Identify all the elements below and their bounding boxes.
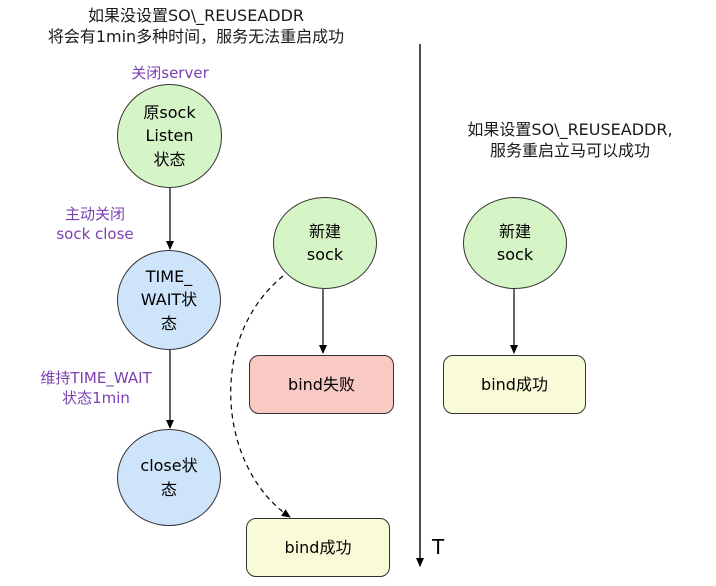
node-new-sock-right-line-2: sock [496,245,534,264]
node-bind-success-right-label: bind成功 [481,374,548,394]
right-note: 如果设置SO\_REUSEADDR, 服务重启立马可以成功 [432,120,708,162]
node-new-sock-left: 新建 sock [273,197,377,289]
node-orig-sock-line-3: 状态 [153,149,186,169]
label-keep-time-wait: 维持TIME_WAIT 状态1min [16,369,176,408]
node-bind-success-bottom: bind成功 [246,518,390,577]
left-note-line-1: 如果没设置SO\_REUSEADDR [87,6,305,25]
node-time-wait: TIME_ WAIT状 态 [117,250,221,350]
label-active-close: 主动关闭 sock close [40,205,150,244]
node-time-wait-line-2: WAIT状 [140,290,198,310]
node-bind-fail: bind失败 [249,355,394,414]
node-time-wait-line-1: TIME_ [145,267,193,287]
node-close-state: close状 态 [117,429,221,526]
node-close-state-line-2: 态 [160,479,177,499]
node-bind-fail-label: bind失败 [288,374,355,394]
label-active-close-line-2: sock close [56,224,134,243]
node-orig-sock-listen: 原sock Listen 状态 [117,84,222,188]
time-axis-label: T [432,535,445,559]
label-keep-time-wait-line-1: 维持TIME_WAIT [40,369,152,387]
node-orig-sock-line-2: Listen [145,126,194,146]
left-note-line-2: 将会有1min多种时间，服务无法重启成功 [47,26,345,46]
node-bind-success-bottom-label: bind成功 [284,537,352,557]
node-time-wait-line-3: 态 [160,313,177,333]
label-close-server: 关闭server [131,64,209,82]
label-active-close-line-1: 主动关闭 [64,205,125,223]
node-bind-success-right: bind成功 [443,355,586,414]
node-new-sock-right: 新建 sock [463,197,567,289]
node-new-sock-left-line-2: sock [306,245,344,264]
right-note-line-2: 服务重启立马可以成功 [489,140,650,160]
node-new-sock-right-line-1: 新建 [498,221,531,241]
label-keep-time-wait-line-2: 状态1min [62,388,130,407]
left-note: 如果没设置SO\_REUSEADDR 将会有1min多种时间，服务无法重启成功 [6,6,386,48]
node-orig-sock-line-1: 原sock [143,103,196,123]
node-new-sock-left-line-1: 新建 [308,221,341,241]
node-close-state-line-1: close状 [140,456,198,476]
right-note-line-1: 如果设置SO\_REUSEADDR, [467,120,673,139]
connectors [166,44,518,567]
